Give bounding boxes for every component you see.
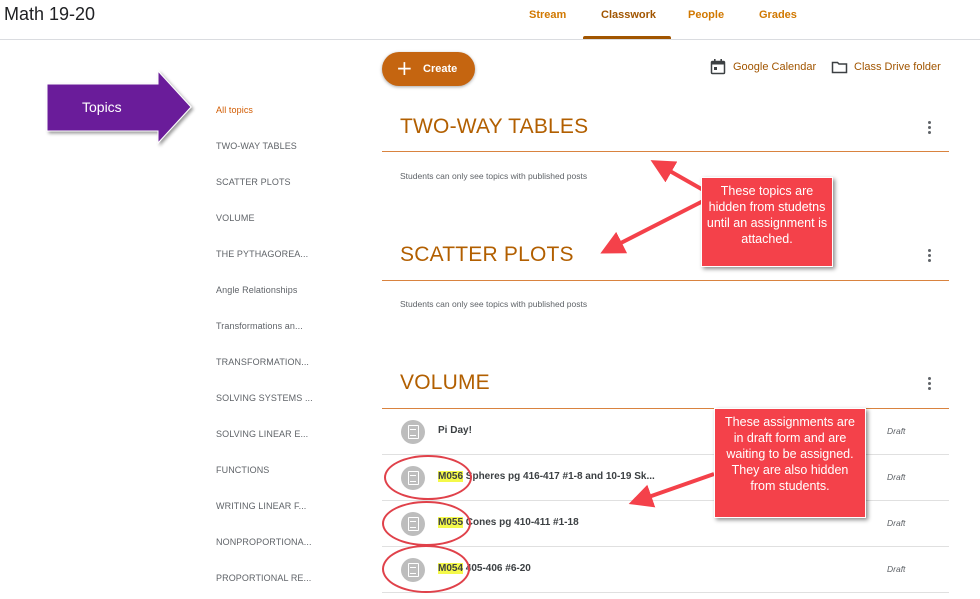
arrow-to-scatter-plots: [600, 195, 712, 254]
topics-hidden-callout: These topics are hidden from studetns un…: [701, 177, 833, 267]
arrow-to-two-way-tables: [650, 160, 706, 193]
arrow-to-assignments: [628, 472, 715, 508]
assignments-draft-callout: These assignments are in draft form and …: [714, 408, 866, 518]
